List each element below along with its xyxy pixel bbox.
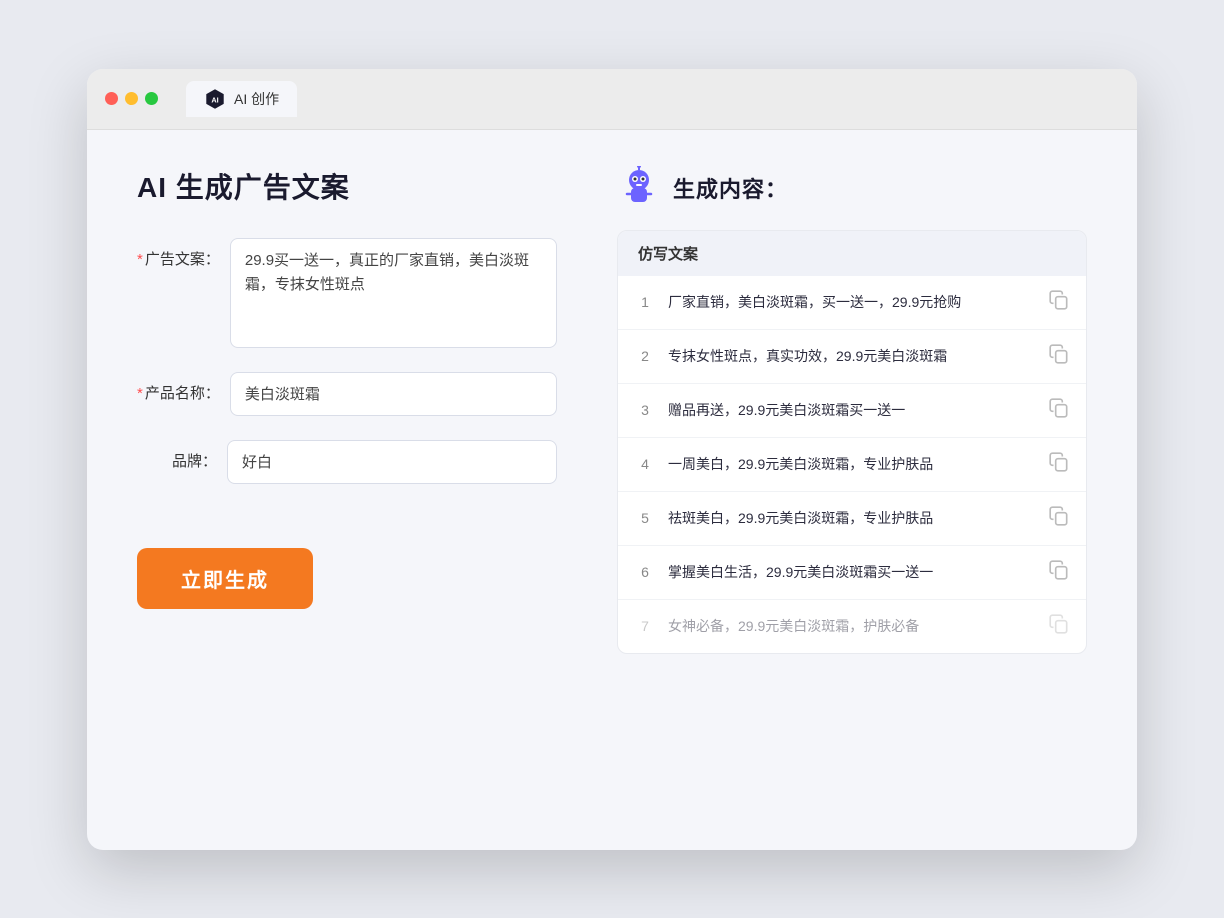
table-row: 5 祛斑美白，29.9元美白淡斑霜，专业护肤品 <box>618 492 1086 546</box>
result-title: 生成内容： <box>673 172 788 204</box>
table-row: 2 专抹女性斑点，真实功效，29.9元美白淡斑霜 <box>618 330 1086 384</box>
table-row: 7 女神必备，29.9元美白淡斑霜，护肤必备 <box>618 600 1086 653</box>
ad-copy-group: *广告文案： 29.9买一送一，真正的厂家直销，美白淡斑霜，专抹女性斑点 <box>137 238 557 348</box>
row-text: 赠品再送，29.9元美白淡斑霜买一送一 <box>668 400 1036 421</box>
ai-tab[interactable]: AI AI 创作 <box>186 81 297 117</box>
row-number: 5 <box>634 510 656 526</box>
result-table: 仿写文案 1 厂家直销，美白淡斑霜，买一送一，29.9元抢购 2 专抹女性斑点，真实… <box>617 230 1087 654</box>
close-button[interactable] <box>105 92 118 105</box>
page-title: AI 生成广告文案 <box>137 166 557 206</box>
row-number: 2 <box>634 348 656 364</box>
result-header: 生成内容： <box>617 166 1087 210</box>
copy-icon[interactable] <box>1048 451 1070 478</box>
ad-copy-field[interactable]: 29.9买一送一，真正的厂家直销，美白淡斑霜，专抹女性斑点 <box>230 238 557 348</box>
row-text: 祛斑美白，29.9元美白淡斑霜，专业护肤品 <box>668 508 1036 529</box>
minimize-button[interactable] <box>125 92 138 105</box>
required-star-1: * <box>137 251 143 268</box>
copy-icon[interactable] <box>1048 505 1070 532</box>
product-name-label: *产品名称： <box>137 372 220 403</box>
main-content: AI 生成广告文案 *广告文案： 29.9买一送一，真正的厂家直销，美白淡斑霜，… <box>87 130 1137 850</box>
generate-button[interactable]: 立即生成 <box>137 548 313 609</box>
svg-text:AI: AI <box>211 95 218 104</box>
copy-icon[interactable] <box>1048 613 1070 640</box>
copy-icon[interactable] <box>1048 343 1070 370</box>
copy-icon[interactable] <box>1048 559 1070 586</box>
row-text: 专抹女性斑点，真实功效，29.9元美白淡斑霜 <box>668 346 1036 367</box>
row-number: 6 <box>634 564 656 580</box>
left-panel: AI 生成广告文案 *广告文案： 29.9买一送一，真正的厂家直销，美白淡斑霜，… <box>137 166 557 814</box>
copy-icon[interactable] <box>1048 397 1070 424</box>
product-name-field[interactable] <box>230 372 557 416</box>
row-text: 厂家直销，美白淡斑霜，买一送一，29.9元抢购 <box>668 292 1036 313</box>
copy-icon[interactable] <box>1048 289 1070 316</box>
row-text: 一周美白，29.9元美白淡斑霜，专业护肤品 <box>668 454 1036 475</box>
right-panel: 生成内容： 仿写文案 1 厂家直销，美白淡斑霜，买一送一，29.9元抢购 2 专抹女… <box>617 166 1087 814</box>
table-row: 1 厂家直销，美白淡斑霜，买一送一，29.9元抢购 <box>618 276 1086 330</box>
brand-group: 品牌： <box>137 440 557 484</box>
result-table-header: 仿写文案 <box>618 231 1086 276</box>
table-row: 3 赠品再送，29.9元美白淡斑霜买一送一 <box>618 384 1086 438</box>
tab-label: AI 创作 <box>234 89 279 109</box>
brand-label: 品牌： <box>137 440 217 471</box>
table-row: 4 一周美白，29.9元美白淡斑霜，专业护肤品 <box>618 438 1086 492</box>
required-star-2: * <box>137 385 143 402</box>
titlebar: AI AI 创作 <box>87 69 1137 130</box>
row-text: 女神必备，29.9元美白淡斑霜，护肤必备 <box>668 616 1036 637</box>
maximize-button[interactable] <box>145 92 158 105</box>
row-number: 4 <box>634 456 656 472</box>
table-row: 6 掌握美白生活，29.9元美白淡斑霜买一送一 <box>618 546 1086 600</box>
product-name-group: *产品名称： <box>137 372 557 416</box>
row-number: 3 <box>634 402 656 418</box>
ad-copy-label: *广告文案： <box>137 238 220 269</box>
robot-icon <box>617 166 661 210</box>
result-rows: 1 厂家直销，美白淡斑霜，买一送一，29.9元抢购 2 专抹女性斑点，真实功效，29… <box>618 276 1086 653</box>
row-number: 7 <box>634 618 656 634</box>
traffic-lights <box>105 92 158 105</box>
row-number: 1 <box>634 294 656 310</box>
brand-field[interactable] <box>227 440 557 484</box>
row-text: 掌握美白生活，29.9元美白淡斑霜买一送一 <box>668 562 1036 583</box>
ai-tab-icon: AI <box>204 88 226 110</box>
